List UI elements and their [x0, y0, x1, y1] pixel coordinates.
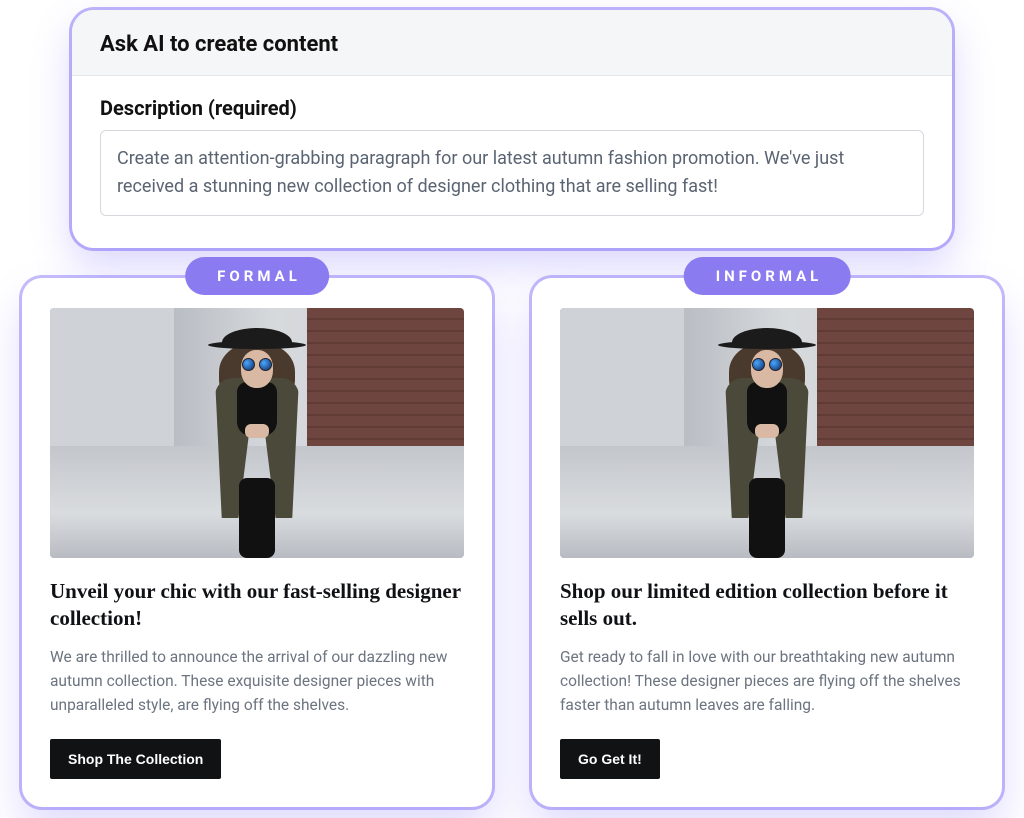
result-body: We are thrilled to announce the arrival … [50, 645, 464, 717]
result-image [50, 308, 464, 558]
result-card-informal: INFORMAL Shop our limited edition col [532, 278, 1002, 807]
cta-button[interactable]: Shop The Collection [50, 739, 221, 779]
result-body: Get ready to fall in love with our breat… [560, 645, 974, 717]
result-headline: Shop our limited edition collection befo… [560, 578, 974, 633]
description-label: Description (required) [100, 96, 924, 120]
ai-prompt-panel: Ask AI to create content Description (re… [72, 10, 952, 248]
result-image [560, 308, 974, 558]
panel-header: Ask AI to create content [72, 10, 952, 76]
results-row: FORMAL Unveil your chic with our fast [20, 278, 1004, 807]
result-headline: Unveil your chic with our fast-selling d… [50, 578, 464, 633]
cta-button[interactable]: Go Get It! [560, 739, 660, 779]
tone-pill-informal: INFORMAL [684, 257, 851, 295]
panel-title: Ask AI to create content [100, 32, 924, 57]
description-input[interactable]: Create an attention-grabbing paragraph f… [100, 130, 924, 216]
result-card-formal: FORMAL Unveil your chic with our fast [22, 278, 492, 807]
panel-body: Description (required) Create an attenti… [72, 76, 952, 248]
tone-pill-formal: FORMAL [185, 257, 329, 295]
